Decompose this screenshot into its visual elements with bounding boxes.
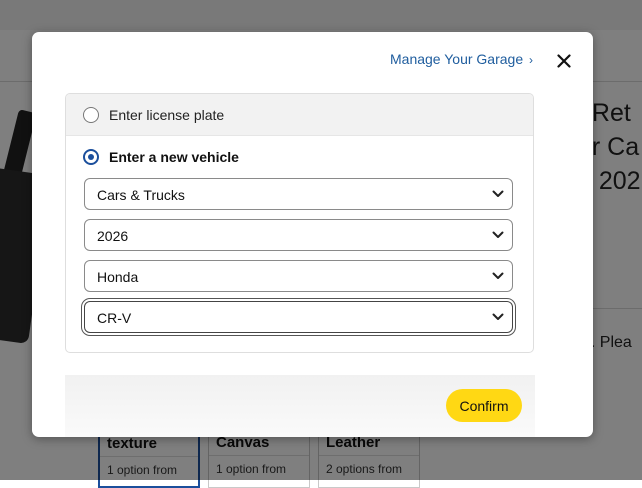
modal-footer: Confirm [65, 375, 535, 437]
chevron-down-icon [492, 272, 504, 279]
chevron-right-icon: › [529, 53, 533, 67]
year-select[interactable]: 2026 [84, 219, 513, 251]
confirm-button[interactable]: Confirm [446, 389, 522, 422]
make-select[interactable]: Honda [84, 260, 513, 292]
manage-garage-link[interactable]: Manage Your Garage › [390, 51, 533, 67]
vehicle-type-select[interactable]: Cars & Trucks [84, 178, 513, 210]
license-plate-radio[interactable] [83, 106, 99, 123]
year-value: 2026 [97, 228, 129, 244]
chevron-down-icon [492, 190, 504, 197]
model-value: CR-V [97, 310, 132, 326]
make-value: Honda [97, 269, 139, 285]
new-vehicle-label: Enter a new vehicle [109, 149, 239, 165]
new-vehicle-option[interactable]: Enter a new vehicle [66, 136, 533, 178]
garage-modal: Manage Your Garage › Enter license plate… [32, 32, 593, 437]
vehicle-type-value: Cars & Trucks [97, 187, 185, 203]
manage-garage-label: Manage Your Garage [390, 51, 524, 67]
chevron-down-icon [492, 313, 504, 320]
new-vehicle-radio[interactable] [83, 149, 99, 165]
license-plate-label: Enter license plate [109, 106, 225, 123]
close-icon [557, 54, 571, 68]
license-plate-option[interactable]: Enter license plate [66, 94, 533, 136]
close-button[interactable] [553, 50, 575, 72]
vehicle-entry-panel: Enter license plate Enter a new vehicle … [65, 93, 534, 353]
chevron-down-icon [492, 231, 504, 238]
model-select[interactable]: CR-V [84, 301, 513, 333]
